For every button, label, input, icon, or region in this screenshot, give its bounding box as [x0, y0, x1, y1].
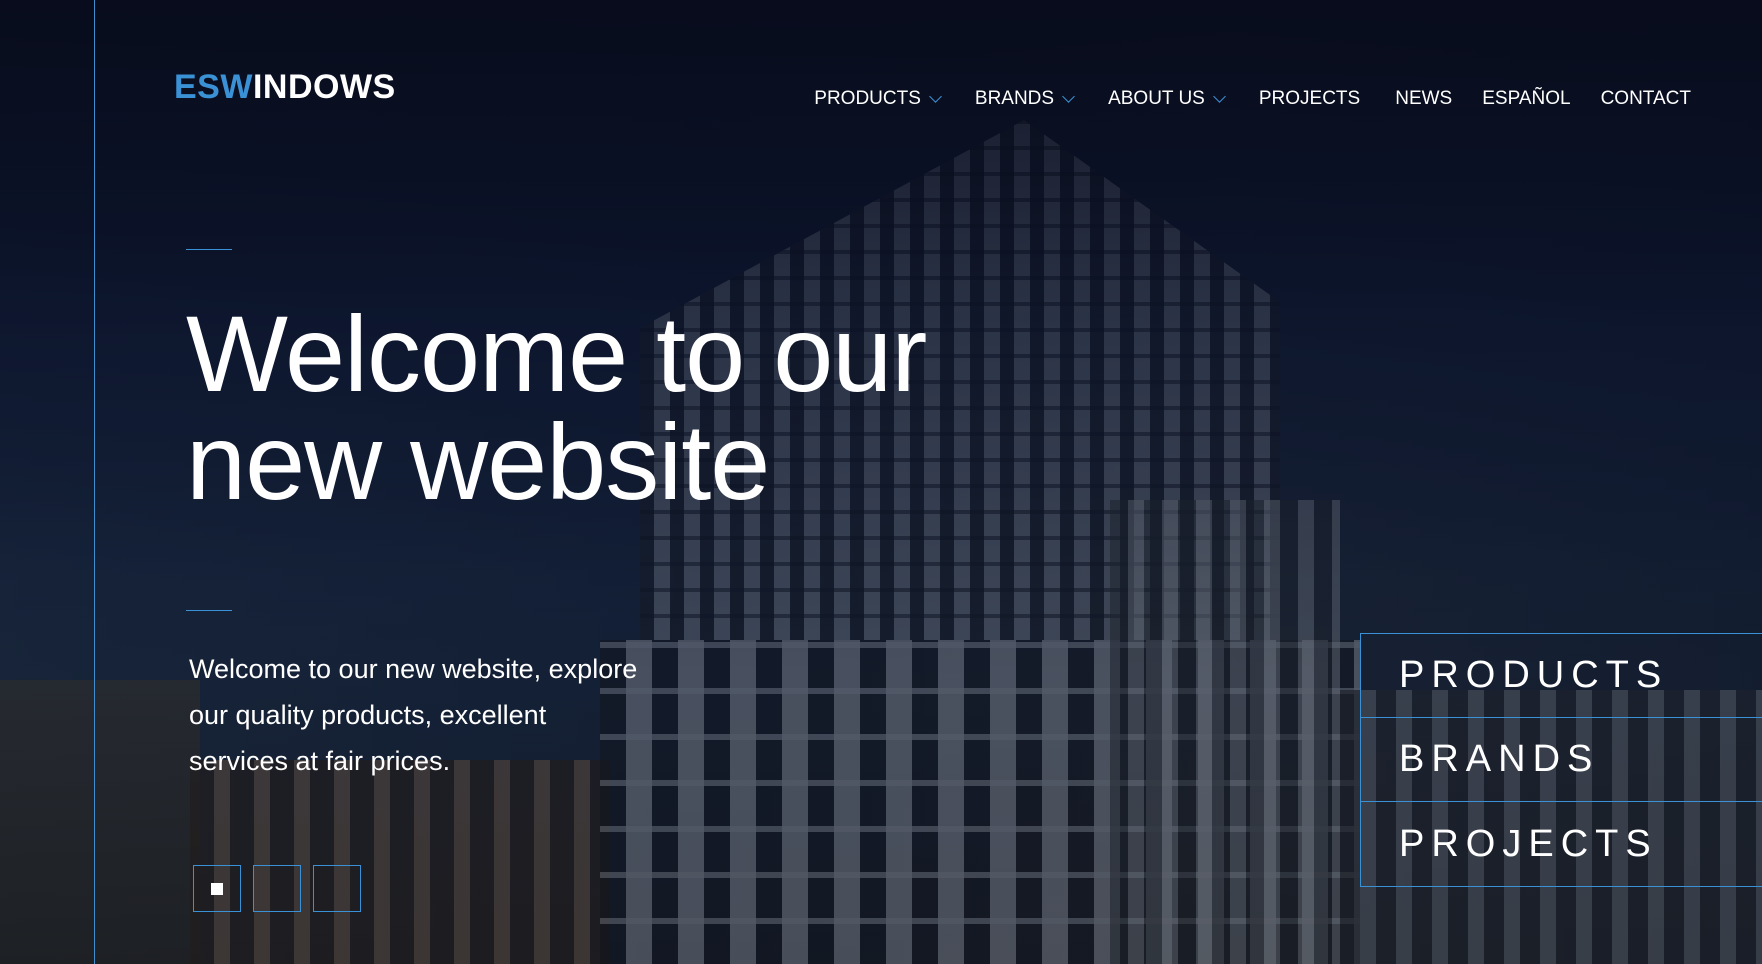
headline-line: Welcome to our	[186, 293, 927, 414]
description-line: our quality products, excellent	[189, 700, 547, 730]
slider-pagination	[193, 865, 361, 912]
description-line: Welcome to our new website, explore	[189, 654, 638, 684]
site-logo[interactable]: ESWINDOWS	[174, 68, 396, 107]
slide-indicator-1[interactable]	[193, 865, 241, 912]
quick-link-products[interactable]: PRODUCTS	[1361, 634, 1762, 718]
nav-item-contact[interactable]: CONTACT	[1601, 88, 1691, 110]
nav-item-label: ABOUT US	[1108, 88, 1205, 109]
slide-indicator-2[interactable]	[253, 865, 301, 912]
chevron-down-icon	[1212, 90, 1226, 103]
quick-links-panel: PRODUCTS BRANDS PROJECTS	[1360, 633, 1762, 887]
active-indicator	[211, 882, 223, 895]
nav-item-label: NEWS	[1395, 88, 1453, 109]
chevron-down-icon	[929, 90, 942, 103]
quick-link-projects[interactable]: PROJECTS	[1361, 802, 1762, 886]
nav-item-label: PROJECTS	[1258, 88, 1361, 109]
nav-item-news[interactable]: NEWS	[1395, 88, 1452, 110]
nav-item-label: CONTACT	[1600, 88, 1691, 109]
nav-item-about-us[interactable]: ABOUT US	[1108, 88, 1226, 110]
nav-item-label: PRODUCTS	[814, 88, 921, 109]
slide-indicator-3[interactable]	[313, 865, 361, 912]
decorative-dash	[186, 249, 232, 250]
nav-item-projects[interactable]: PROJECTS	[1259, 88, 1360, 110]
nav-item-brands[interactable]: BRANDS	[974, 88, 1075, 110]
hero-description: Welcome to our new website, explore our …	[189, 646, 709, 784]
nav-item-label: BRANDS	[974, 88, 1055, 109]
logo-accent-text: ESW	[174, 68, 253, 106]
decorative-vertical-line	[94, 0, 95, 964]
chevron-down-icon	[1062, 90, 1075, 103]
hero-section: ESWINDOWS PRODUCTS BRANDS ABOUT US PROJE…	[0, 0, 1762, 964]
description-line: services at fair prices.	[189, 746, 451, 776]
quick-link-brands[interactable]: BRANDS	[1361, 718, 1762, 802]
main-navigation: PRODUCTS BRANDS ABOUT US PROJECTS NEWS E…	[814, 88, 1691, 110]
headline-line: new website	[186, 401, 770, 522]
nav-item-espanol[interactable]: ESPAÑOL	[1482, 88, 1570, 110]
nav-item-products[interactable]: PRODUCTS	[814, 88, 942, 110]
logo-text: INDOWS	[252, 68, 396, 106]
decorative-dash	[186, 610, 232, 611]
hero-headline: Welcome to our new website	[186, 300, 1086, 516]
nav-item-label: ESPAÑOL	[1482, 88, 1571, 109]
